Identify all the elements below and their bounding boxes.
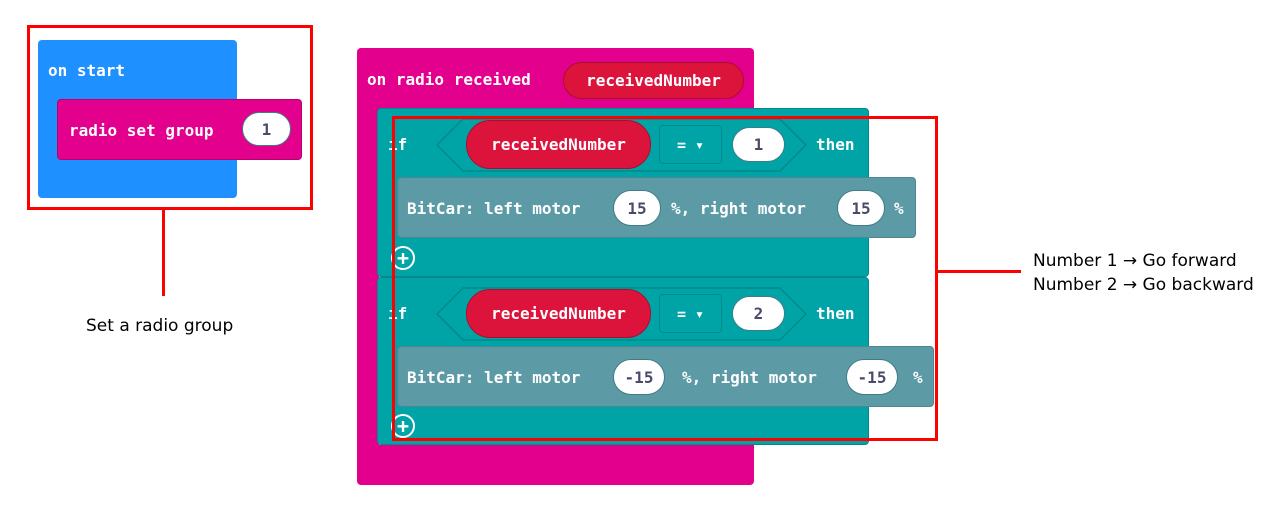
highlight-box-conditions [392,116,938,441]
note-forward: Number 1 → Go forward [1033,251,1237,271]
note-backward: Number 2 → Go backward [1033,275,1254,295]
on-radio-received-arm [357,108,379,453]
note-radio-group: Set a radio group [86,316,234,336]
received-number-param[interactable]: receivedNumber [563,62,744,99]
connector-line [162,209,165,296]
highlight-box-radio-group [27,25,313,210]
connector-line [937,270,1021,273]
on-radio-received-label: on radio received [367,70,531,89]
on-radio-received-bottom [357,445,754,485]
